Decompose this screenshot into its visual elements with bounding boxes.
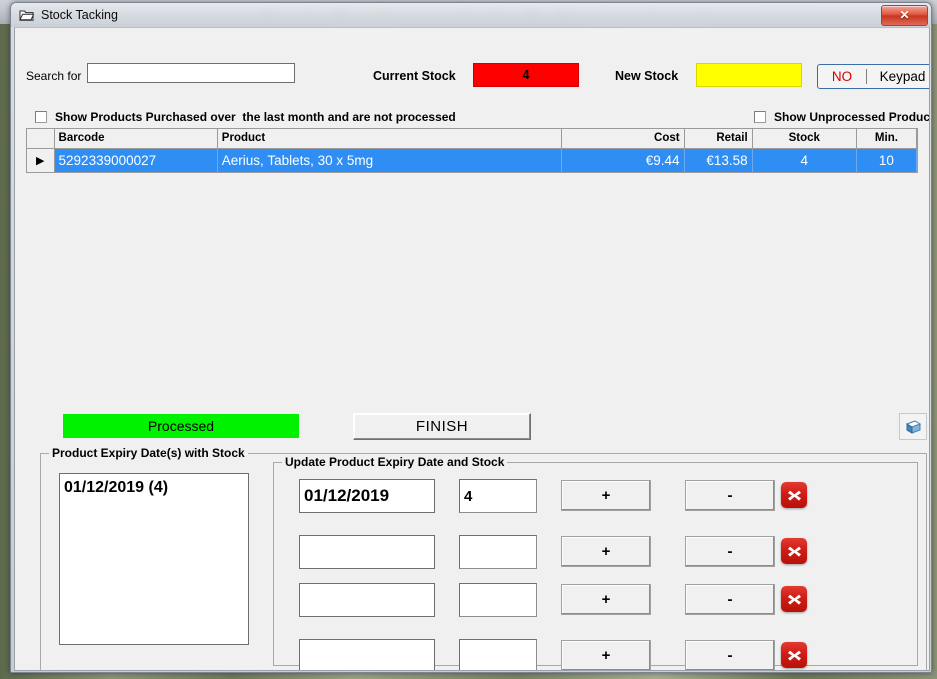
grid-header-selector	[27, 129, 55, 149]
window-title: Stock Tacking	[41, 8, 118, 22]
decrement-button-3[interactable]: -	[685, 584, 775, 615]
keypad-toggle-button[interactable]: NO Keypad	[817, 64, 929, 89]
delete-x-icon-1[interactable]	[781, 482, 807, 508]
keypad-label: Keypad	[879, 69, 926, 84]
folder-icon	[19, 9, 34, 22]
cell-retail[interactable]: €13.58	[684, 148, 753, 172]
show-products-purchased-label: Show Products Purchased over the last mo…	[55, 110, 456, 124]
show-unprocessed-products-label: Show Unprocessed Products	[774, 110, 930, 124]
expiry-qty-field-3[interactable]	[459, 583, 537, 617]
grid-header-barcode[interactable]: Barcode	[54, 129, 218, 149]
search-input[interactable]	[87, 63, 295, 83]
status-badge: Processed	[63, 414, 299, 438]
expiry-qty-field-4[interactable]	[459, 639, 537, 670]
decrement-button-1[interactable]: -	[685, 480, 775, 511]
cell-barcode[interactable]: 5292339000027	[54, 148, 218, 172]
expiry-date-field-3[interactable]	[299, 583, 435, 617]
expiry-qty-field-1[interactable]	[459, 479, 537, 513]
grid-header-product[interactable]: Product	[217, 129, 563, 149]
row-selector-indicator[interactable]: ▶	[27, 148, 55, 172]
client-area: Search for Current Stock 4 New Stock NO …	[14, 27, 930, 671]
delete-x-icon-3[interactable]	[781, 586, 807, 612]
expiry-date-field-1[interactable]	[299, 479, 435, 513]
delete-x-icon-2[interactable]	[781, 538, 807, 564]
expiry-date-field-2[interactable]	[299, 535, 435, 569]
increment-button-3[interactable]: +	[561, 584, 651, 615]
delete-x-icon-4[interactable]	[781, 642, 807, 668]
new-stock-input[interactable]	[696, 63, 802, 87]
search-label: Search for	[26, 69, 82, 83]
increment-button-1[interactable]: +	[561, 480, 651, 511]
finish-button[interactable]: FINISH	[353, 413, 531, 440]
show-products-purchased-checkbox-row[interactable]: Show Products Purchased over the last mo…	[35, 110, 456, 124]
product-expiry-group-title: Product Expiry Date(s) with Stock	[49, 446, 248, 460]
table-row[interactable]: ▶ 5292339000027 Aerius, Tablets, 30 x 5m…	[27, 148, 917, 172]
print-box-icon[interactable]	[899, 413, 927, 440]
close-button[interactable]: ✕	[881, 5, 928, 26]
expiry-date-listbox[interactable]: 01/12/2019 (4)	[59, 473, 249, 645]
grid-header-min[interactable]: Min.	[856, 129, 917, 149]
expiry-qty-field-2[interactable]	[459, 535, 537, 569]
show-products-purchased-checkbox[interactable]	[35, 111, 47, 123]
show-unprocessed-products-checkbox-row[interactable]: Show Unprocessed Products	[754, 110, 930, 124]
show-unprocessed-products-checkbox[interactable]	[754, 111, 766, 123]
title-bar[interactable]: Stock Tacking ✕	[11, 3, 931, 27]
stock-data-grid[interactable]: Barcode Product Cost Retail Stock Min. ▶…	[26, 128, 918, 173]
current-stock-label: Current Stock	[373, 69, 456, 83]
current-stock-value: 4	[473, 63, 579, 87]
grid-header-cost[interactable]: Cost	[561, 129, 685, 149]
increment-button-2[interactable]: +	[561, 536, 651, 567]
grid-header-row: Barcode Product Cost Retail Stock Min.	[27, 129, 917, 149]
new-stock-label: New Stock	[615, 69, 679, 83]
grid-header-retail[interactable]: Retail	[684, 129, 753, 149]
keypad-state-label: NO	[831, 69, 853, 84]
increment-button-4[interactable]: +	[561, 640, 651, 670]
update-expiry-group-title: Update Product Expiry Date and Stock	[282, 455, 508, 469]
cell-stock[interactable]: 4	[752, 148, 857, 172]
grid-header-stock[interactable]: Stock	[752, 129, 857, 149]
expiry-date-field-4[interactable]	[299, 639, 435, 670]
decrement-button-4[interactable]: -	[685, 640, 775, 670]
list-item[interactable]: 01/12/2019 (4)	[64, 477, 244, 499]
cell-cost[interactable]: €9.44	[561, 148, 685, 172]
decrement-button-2[interactable]: -	[685, 536, 775, 567]
cell-product[interactable]: Aerius, Tablets, 30 x 5mg	[217, 148, 563, 172]
cell-min[interactable]: 10	[856, 148, 917, 172]
application-window: Stock Tacking ✕ Search for Current Stock…	[10, 2, 932, 673]
